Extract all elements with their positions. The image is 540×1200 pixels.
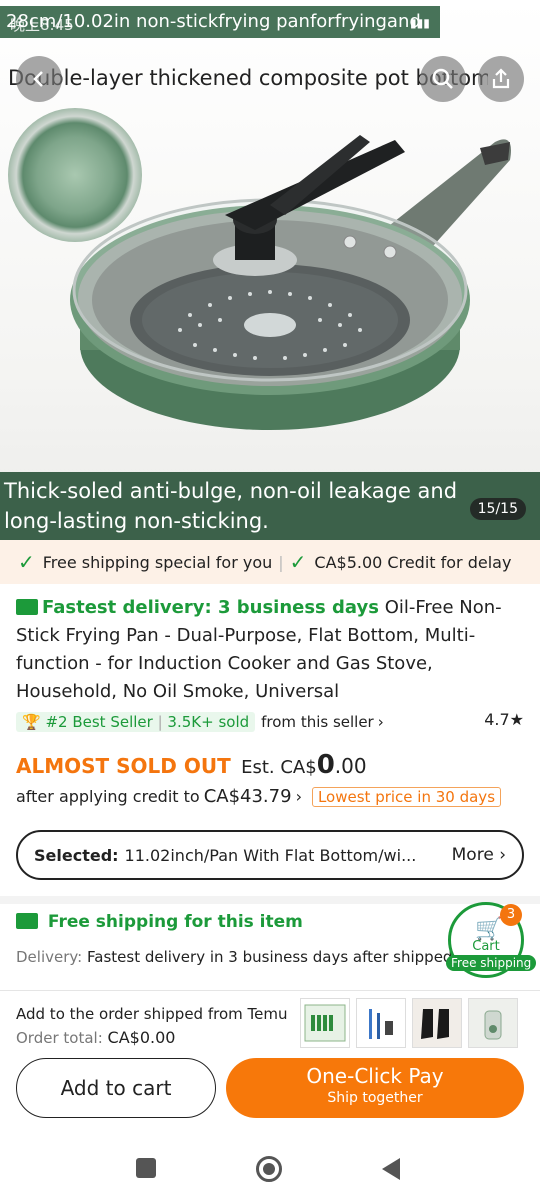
one-click-pay-button[interactable]: One-Click Pay Ship together	[226, 1058, 524, 1118]
delivery-info: Delivery: Fastest delivery in 3 business…	[16, 948, 452, 966]
rating-value: 4.7	[484, 710, 510, 729]
back-nav-button[interactable]	[382, 1158, 400, 1180]
after-credit-text: after applying credit to	[16, 787, 200, 806]
check-icon: ✓	[18, 550, 35, 574]
almost-sold-out-label: ALMOST SOLD OUT	[16, 754, 231, 778]
signal-icon: ▮▮▮	[410, 16, 430, 30]
selected-label: Selected:	[34, 845, 119, 865]
sold-count: 3.5K+ sold	[167, 713, 250, 731]
one-click-pay-label: One-Click Pay	[306, 1064, 444, 1088]
selected-value: 11.02inch/Pan With Flat Bottom/wi...	[124, 845, 417, 865]
credit-row[interactable]: after applying credit to CA$43.79 › Lowe…	[16, 786, 502, 807]
lowest-price-badge: Lowest price in 30 days	[311, 786, 502, 807]
order-total-key: Order total:	[16, 1029, 103, 1047]
frying-pan-image	[70, 135, 511, 430]
cart-label: Cart	[472, 939, 500, 954]
order-thumbnails[interactable]	[300, 998, 518, 1048]
order-item-thumbnail[interactable]	[468, 998, 518, 1048]
chevron-right-icon: ›	[377, 713, 384, 731]
image-counter: 15/15	[469, 498, 526, 520]
est-price-int: 0	[316, 750, 335, 780]
android-nav-bar	[0, 1134, 540, 1200]
fastest-delivery-badge: Fastest delivery: 3 business days	[42, 597, 379, 618]
best-seller-row[interactable]: 🏆 #2 Best Seller | 3.5K+ sold from this …	[16, 710, 526, 734]
image-headline: Double-layer thickened composite pot bot…	[8, 66, 488, 90]
delivery-value: Fastest delivery in 3 business days afte…	[87, 948, 453, 966]
share-button[interactable]	[478, 56, 524, 102]
truck-icon	[16, 913, 38, 929]
credit-promo: CA$5.00 Credit for delay	[314, 552, 512, 572]
search-button[interactable]	[420, 56, 466, 102]
promo-strip[interactable]: ✓ Free shipping special for you | ✓ CA$5…	[0, 540, 540, 584]
truck-icon	[16, 599, 38, 615]
back-button[interactable]	[16, 56, 62, 102]
order-item-thumbnail[interactable]	[356, 998, 406, 1048]
credit-price: CA$43.79	[203, 786, 292, 807]
est-price-dec: .00	[334, 754, 367, 778]
price-row: ALMOST SOLD OUT Est. CA$0.00	[16, 750, 367, 780]
est-price-label: Est. CA$	[241, 757, 317, 778]
home-button[interactable]	[256, 1156, 282, 1182]
add-to-order-text: Add to the order shipped from Temu	[16, 1005, 288, 1023]
best-seller-rank: #2 Best Seller	[45, 713, 153, 731]
rating[interactable]: 4.7★	[484, 710, 524, 729]
status-time: 晚上8:45	[10, 16, 74, 34]
free-shipping-promo: Free shipping special for you	[42, 552, 273, 572]
more-button[interactable]: More ›	[452, 845, 506, 865]
chevron-right-icon: ›	[295, 787, 302, 806]
cart-count-badge: 3	[500, 904, 522, 926]
product-page: 28cm/10.02in non-stickfrying panforfryin…	[0, 0, 540, 1200]
check-icon: ✓	[289, 550, 307, 574]
order-item-thumbnail[interactable]	[412, 998, 462, 1048]
free-shipping-title: Free shipping for this item	[16, 912, 303, 932]
recents-button[interactable]	[136, 1158, 156, 1178]
star-icon: ★	[509, 710, 524, 729]
order-summary: Add to the order shipped from Temu Order…	[16, 1002, 287, 1050]
product-title-block: Fastest delivery: 3 business days Oil-Fr…	[16, 594, 526, 706]
delivery-key: Delivery:	[16, 948, 83, 966]
share-icon	[492, 68, 510, 89]
product-image-gallery[interactable]: 28cm/10.02in non-stickfrying panforfryin…	[0, 0, 540, 540]
ship-together-label: Ship together	[327, 1090, 423, 1106]
order-item-thumbnail[interactable]	[300, 998, 350, 1048]
section-divider	[0, 896, 540, 904]
add-to-cart-button[interactable]: Add to cart	[16, 1058, 216, 1118]
order-divider	[0, 990, 540, 991]
from-seller-link[interactable]: from this seller	[261, 713, 374, 731]
promo-divider: |	[278, 552, 284, 572]
best-seller-badge: 🏆 #2 Best Seller | 3.5K+ sold	[16, 712, 256, 732]
order-total-value: CA$0.00	[107, 1028, 176, 1047]
variant-selector[interactable]: Selected: 11.02inch/Pan With Flat Bottom…	[16, 830, 524, 880]
chevron-left-icon	[33, 71, 43, 87]
free-shipping-pill: Free shipping	[446, 955, 537, 971]
search-icon	[432, 68, 453, 89]
trophy-icon: 🏆	[22, 713, 41, 731]
image-caption: Thick-soled anti-bulge, non-oil leakage …	[0, 472, 540, 540]
